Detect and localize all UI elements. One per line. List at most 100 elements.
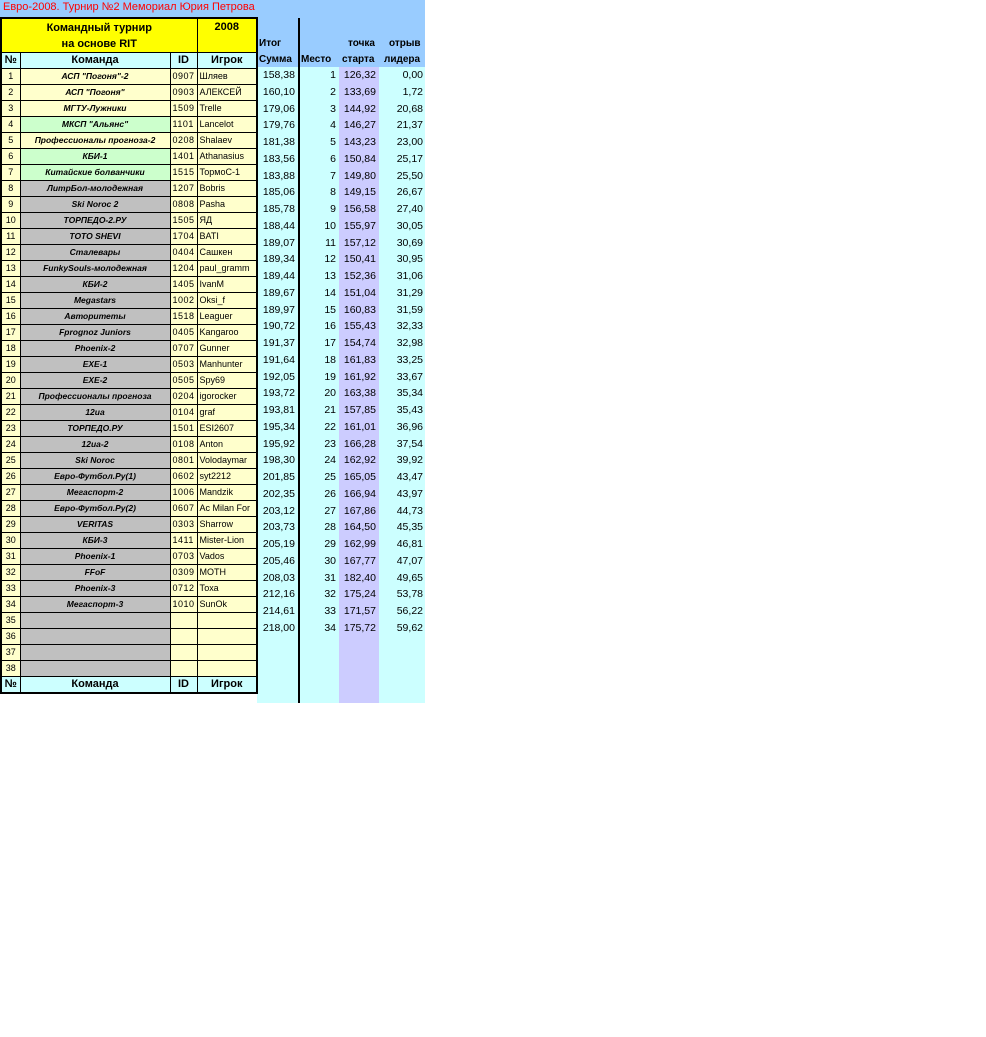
row-number: 19 xyxy=(0,356,21,373)
player-id: 0309 xyxy=(169,564,198,581)
table-row: 16 Авторитеты 1518 Leaguer xyxy=(0,308,258,325)
player-name: BATI xyxy=(196,228,258,245)
start-value: 150,84 xyxy=(343,152,376,165)
table-row: 5 Профессионалы прогноза-2 0208 Shalaev xyxy=(0,132,258,149)
column-header-row: № Команда ID Игрок xyxy=(0,52,258,69)
start-value: 161,83 xyxy=(343,353,376,366)
player-name: syt2212 xyxy=(196,468,258,485)
team-name: КБИ-2 xyxy=(19,276,171,293)
sum-value: 189,97 xyxy=(262,303,295,316)
gap-value: 35,34 xyxy=(396,387,423,400)
row-number: 38 xyxy=(0,660,21,677)
team-name xyxy=(19,612,171,629)
sum-value: 190,72 xyxy=(262,320,295,333)
place-value: 12 xyxy=(324,253,336,266)
sum-value: 181,38 xyxy=(262,136,295,148)
team-name: АСП "Погоня"-2 xyxy=(19,68,171,85)
team-header: Команда xyxy=(19,52,171,69)
team-name: FFoF xyxy=(19,564,171,581)
place-value: 25 xyxy=(324,471,336,483)
team-name: МКСП "Альянс" xyxy=(19,116,171,133)
start-value: 163,38 xyxy=(343,387,376,400)
start-value: 149,15 xyxy=(343,186,376,199)
start-value: 166,94 xyxy=(343,487,376,500)
row-number: 26 xyxy=(0,468,21,485)
player-name xyxy=(196,644,258,661)
player-id: 0204 xyxy=(169,388,198,405)
place-value: 30 xyxy=(324,554,336,567)
gap-value: 49,65 xyxy=(396,571,423,584)
player-id: 1006 xyxy=(169,484,198,501)
player-id: 1010 xyxy=(169,596,198,613)
table-row: 28 Евро-Футбол.Ру(2) 0607 Ac Milan For xyxy=(0,500,258,517)
player-name: Ac Milan For xyxy=(196,500,258,517)
table-row: 12 Сталевары 0404 Сашкен xyxy=(0,244,258,261)
player-name: Шляев xyxy=(196,68,258,85)
gap-header-bottom: лидера xyxy=(384,54,421,65)
gap-value: 26,67 xyxy=(396,186,423,199)
table-row: 26 Евро-Футбол.Ру(1) 0602 syt2212 xyxy=(0,468,258,485)
player-id: 0808 xyxy=(169,196,198,213)
table-row: 33 Phoenix-3 0712 Тоха xyxy=(0,580,258,597)
sum-value: 188,44 xyxy=(262,219,295,232)
player-id: 0104 xyxy=(169,404,198,421)
team-name: TOTO SHEVI xyxy=(19,228,171,245)
player-id: 0405 xyxy=(169,324,198,341)
start-value: 155,97 xyxy=(343,219,376,232)
team-name: Megastars xyxy=(19,292,171,309)
place-value: 19 xyxy=(324,370,336,383)
results-values: 158,38 1 126,32 0,00 160,10 2 133,69 1,72 179,06… xyxy=(257,67,425,704)
table-row: 1 АСП "Погоня"-2 0907 Шляев xyxy=(0,68,258,85)
row-number: 21 xyxy=(0,388,21,405)
gap-value: 33,67 xyxy=(396,370,423,383)
sum-value: 185,06 xyxy=(262,186,295,199)
place-value: 22 xyxy=(324,420,336,433)
gap-value: 45,35 xyxy=(396,521,423,534)
player-id: 0907 xyxy=(169,68,198,85)
team-name: Мегаспорт-3 xyxy=(19,596,171,613)
gap-value: 46,81 xyxy=(396,538,423,550)
player-name: graf xyxy=(196,404,258,421)
team-name: ТОРПЕДО.РУ xyxy=(19,420,171,437)
gap-value: 56,22 xyxy=(396,605,423,617)
start-value: 157,85 xyxy=(343,404,376,416)
result-row: 190,72 16 155,43 32,33 xyxy=(257,318,425,335)
result-row: 188,44 10 155,97 30,05 xyxy=(257,218,425,235)
player-id: 0712 xyxy=(169,580,198,597)
team-name: 12ua xyxy=(19,404,171,421)
sum-value: 158,38 xyxy=(262,69,295,81)
gap-value: 39,92 xyxy=(396,454,423,467)
place-value: 32 xyxy=(324,588,336,601)
result-row: 212,16 32 175,24 53,78 xyxy=(257,586,425,603)
table-row: 3 МГТУ-Лужники 1509 Trelle xyxy=(0,100,258,117)
player-id: 1204 xyxy=(169,260,198,277)
row-number: 15 xyxy=(0,292,21,309)
place-value: 5 xyxy=(330,136,336,148)
result-row: 193,81 21 157,85 35,43 xyxy=(257,402,425,419)
team-name: Авторитеты xyxy=(19,308,171,325)
row-number: 11 xyxy=(0,228,21,245)
team-name: КБИ-1 xyxy=(19,148,171,165)
sum-value: 189,44 xyxy=(262,270,295,282)
sum-value: 160,10 xyxy=(262,85,295,98)
row-number: 12 xyxy=(0,244,21,261)
num-header: № xyxy=(0,52,21,69)
sum-value: 195,92 xyxy=(262,437,295,450)
player-id: 1518 xyxy=(169,308,198,325)
start-value: 162,92 xyxy=(343,454,376,467)
result-row: 202,35 26 166,94 43,97 xyxy=(257,486,425,503)
sum-value: 202,35 xyxy=(262,487,295,500)
row-number: 29 xyxy=(0,516,21,533)
result-row: 189,97 15 160,83 31,59 xyxy=(257,302,425,319)
player-name: IvanM xyxy=(196,276,258,293)
result-row: 193,72 20 163,38 35,34 xyxy=(257,385,425,402)
start-value: 182,40 xyxy=(343,571,376,584)
table-row: 23 ТОРПЕДО.РУ 1501 ESI2607 xyxy=(0,420,258,437)
row-number: 37 xyxy=(0,644,21,661)
sum-value: 214,61 xyxy=(262,605,295,617)
player-name: Kangaroo xyxy=(196,324,258,341)
gap-value: 43,97 xyxy=(396,487,423,500)
row-number: 18 xyxy=(0,340,21,357)
result-row: 179,76 4 146,27 21,37 xyxy=(257,117,425,134)
player-name xyxy=(196,628,258,645)
